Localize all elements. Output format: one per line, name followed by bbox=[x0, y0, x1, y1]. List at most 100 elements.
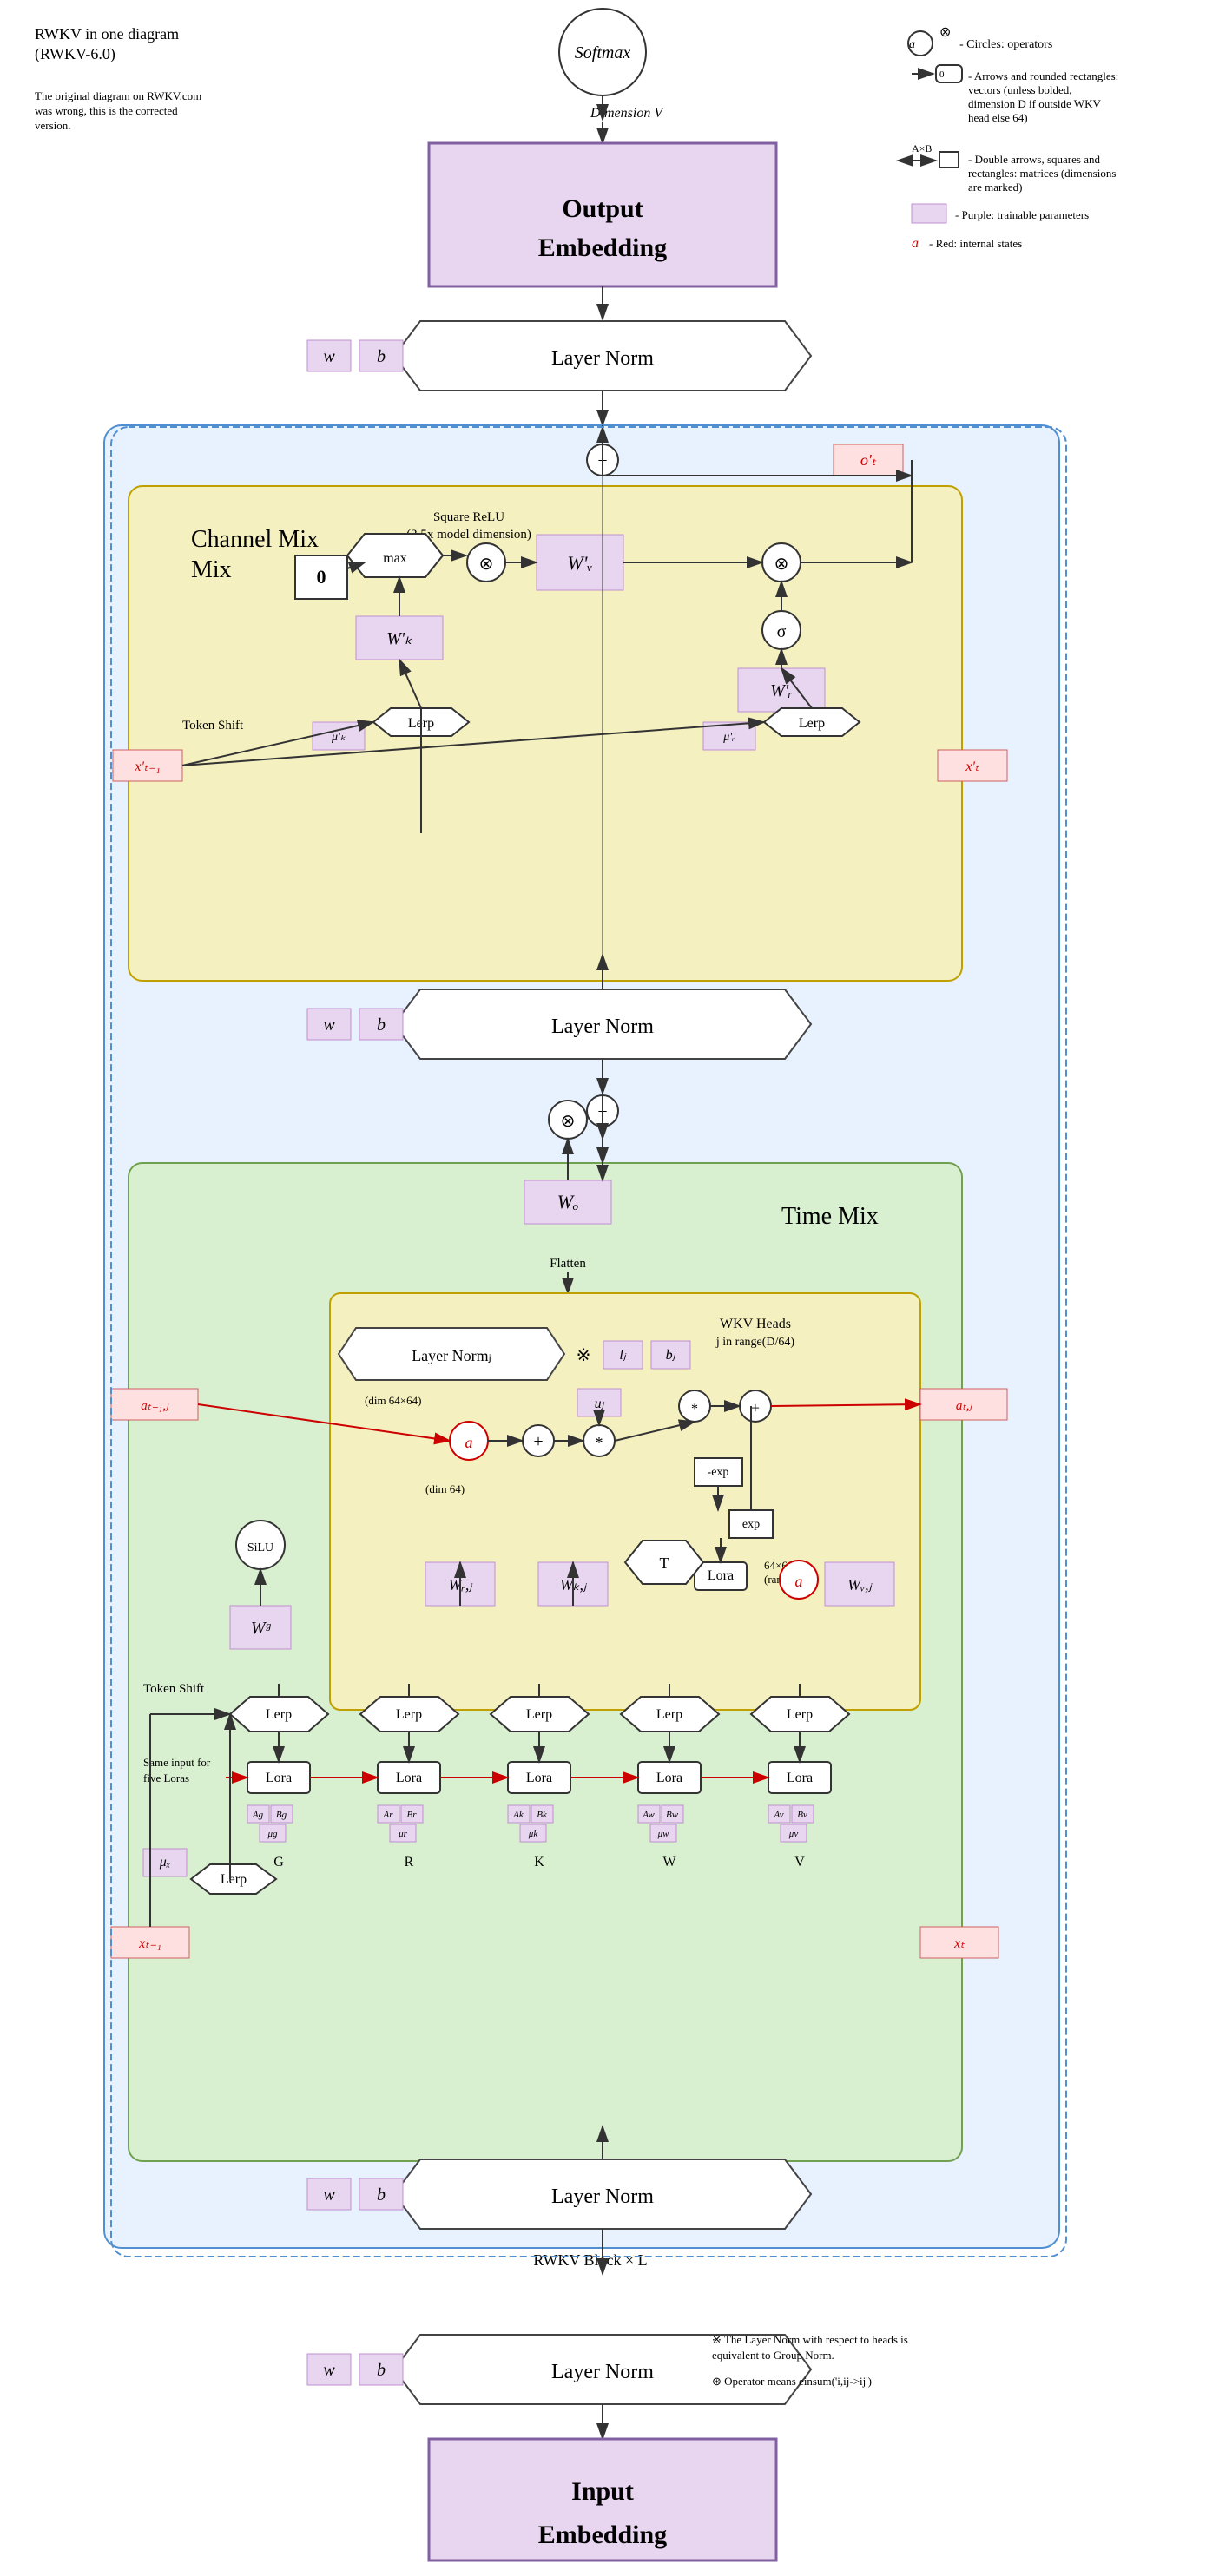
channel-mix-label: Channel Mix bbox=[191, 526, 319, 553]
lerp-v: Lerp bbox=[787, 1707, 813, 1722]
mult-circle-cm: ⊗ bbox=[479, 555, 494, 574]
rwkv-block-label: RWKV Block × L bbox=[533, 2251, 647, 2269]
asterisk-wkv2: * bbox=[691, 1402, 698, 1416]
label-w: W bbox=[662, 1855, 676, 1870]
label-v: V bbox=[794, 1855, 805, 1870]
legend-matrices3: are marked) bbox=[968, 181, 1022, 194]
lora-r: Lora bbox=[396, 1771, 422, 1785]
svg-text:Av: Av bbox=[774, 1810, 784, 1820]
svg-text:μk: μk bbox=[528, 1829, 539, 1839]
note1-line2: equivalent to Group Norm. bbox=[712, 2349, 834, 2362]
svg-text:μw: μw bbox=[657, 1829, 670, 1839]
legend-purple: - Purple: trainable parameters bbox=[955, 208, 1089, 221]
neg-exp: -exp bbox=[708, 1466, 729, 1479]
wr-prime-param: W'ᵣ bbox=[770, 681, 793, 700]
lerp-r-cm: Lerp bbox=[799, 716, 825, 731]
max-label: max bbox=[383, 551, 407, 566]
mu-k-prime-param: μ'ₖ bbox=[331, 731, 346, 744]
w-param-tm: w bbox=[323, 2185, 335, 2205]
note1-line1: ※ The Layer Norm with respect to heads i… bbox=[712, 2333, 908, 2346]
layer-norm-top: Layer Norm bbox=[551, 347, 654, 370]
layer-norm-channel: Layer Norm bbox=[551, 1015, 654, 1038]
bj-param: bⱼ bbox=[666, 1348, 676, 1363]
wk-prime-param: W'ₖ bbox=[386, 629, 412, 648]
lj-param: lⱼ bbox=[619, 1348, 626, 1363]
legend-vectors: - Arrows and rounded rectangles: bbox=[968, 69, 1118, 82]
xt-minus1-state: xₜ₋₁ bbox=[138, 1936, 161, 1951]
wv-prime-param: W'ᵥ bbox=[567, 552, 592, 574]
sigma-circle: σ bbox=[777, 622, 787, 641]
dim-64: (dim 64) bbox=[425, 1482, 465, 1495]
wo-param: Wₒ bbox=[557, 1191, 579, 1212]
a-t1j-state: aₜ₋₁,ⱼ bbox=[141, 1399, 169, 1413]
lora-wkv: Lora bbox=[708, 1568, 734, 1583]
square-relu-label: Square ReLU bbox=[433, 510, 504, 524]
token-shift-cm: Token Shift bbox=[182, 719, 244, 733]
w-param-bot: w bbox=[323, 2361, 335, 2380]
a-circle-right: a bbox=[795, 1573, 803, 1590]
uj-param: uⱼ bbox=[595, 1396, 605, 1411]
mu-r-prime-param: μ'ᵣ bbox=[722, 731, 735, 744]
w-param-top: w bbox=[323, 347, 335, 366]
title-line2: (RWKV-6.0) bbox=[35, 45, 115, 63]
layer-norm-j: Layer Normⱼ bbox=[412, 1347, 491, 1364]
channel-mix-label2: Mix bbox=[191, 556, 232, 583]
note2: ⊛ Operator means einsum('i,ij->ij') bbox=[712, 2375, 872, 2388]
lerp-w: Lerp bbox=[656, 1707, 682, 1722]
subtitle-note2: was wrong, this is the corrected bbox=[35, 104, 178, 117]
legend-vectors2: vectors (unless bolded, bbox=[968, 83, 1072, 96]
subtitle-note: The original diagram on RWKV.com bbox=[35, 89, 201, 102]
label-g: G bbox=[273, 1855, 284, 1870]
svg-text:Ar: Ar bbox=[383, 1810, 394, 1820]
subtitle-note3: version. bbox=[35, 119, 71, 132]
svg-text:Bw: Bw bbox=[666, 1810, 679, 1820]
legend-vectors3: dimension D if outside WKV bbox=[968, 97, 1101, 110]
b-param-top: b bbox=[377, 347, 386, 366]
zero-box: 0 bbox=[317, 566, 326, 588]
svg-text:μv: μv bbox=[788, 1829, 799, 1839]
time-mix-label: Time Mix bbox=[781, 1203, 879, 1230]
svg-text:a: a bbox=[912, 236, 919, 251]
input-embedding-label2: Embedding bbox=[538, 2520, 667, 2549]
lora-k: Lora bbox=[526, 1771, 552, 1785]
b-param-ch: b bbox=[377, 1015, 386, 1035]
svg-text:0: 0 bbox=[939, 69, 945, 80]
legend-red: - Red: internal states bbox=[929, 237, 1022, 250]
svg-text:Bv: Bv bbox=[797, 1810, 807, 1820]
title-line1: RWKV in one diagram bbox=[35, 25, 179, 43]
a-circle-left: a bbox=[465, 1434, 473, 1451]
svg-text:⊗: ⊗ bbox=[939, 25, 951, 40]
lerp-k: Lerp bbox=[526, 1707, 552, 1722]
svg-text:Bk: Bk bbox=[537, 1810, 548, 1820]
T-op: T bbox=[660, 1554, 669, 1572]
label-r: R bbox=[405, 1855, 414, 1870]
svg-text:Br: Br bbox=[407, 1810, 418, 1820]
output-embedding-label2: Embedding bbox=[538, 233, 667, 262]
wg-param: Wᵍ bbox=[251, 1619, 272, 1638]
special-op: ※ bbox=[577, 1346, 591, 1365]
lora-v: Lora bbox=[787, 1771, 813, 1785]
legend-matrices: - Double arrows, squares and bbox=[968, 153, 1100, 166]
o-prime-t: o'ₜ bbox=[860, 451, 877, 469]
flatten-label: Flatten bbox=[550, 1257, 586, 1271]
x-prime-t-minus1: x'ₜ₋₁ bbox=[134, 759, 160, 774]
x-prime-t: x'ₜ bbox=[965, 759, 979, 774]
mult-circle-cm2: ⊗ bbox=[774, 555, 789, 574]
dim-64x64: (dim 64×64) bbox=[365, 1394, 421, 1407]
token-shift-tm: Token Shift bbox=[143, 1682, 205, 1696]
softmax-label: Softmax bbox=[575, 43, 631, 62]
a-tj-state: aₜ,ⱼ bbox=[956, 1399, 973, 1413]
input-embedding-label: Input bbox=[571, 2477, 634, 2506]
legend-vectors4: head else 64) bbox=[968, 111, 1028, 124]
svg-text:Bg: Bg bbox=[276, 1810, 287, 1820]
same-input-note: Same input for bbox=[143, 1756, 211, 1769]
b-param-bot: b bbox=[377, 2361, 386, 2380]
exp-box: exp bbox=[742, 1518, 760, 1531]
svg-text:a: a bbox=[909, 38, 915, 51]
j-range-label: j in range(D/64) bbox=[715, 1336, 795, 1349]
label-k: K bbox=[534, 1855, 544, 1870]
layer-norm-bottom: Layer Norm bbox=[551, 2361, 654, 2383]
xt-state: xₜ bbox=[953, 1936, 965, 1951]
wkv-heads-label: WKV Heads bbox=[720, 1317, 791, 1331]
svg-text:Ak: Ak bbox=[512, 1810, 524, 1820]
